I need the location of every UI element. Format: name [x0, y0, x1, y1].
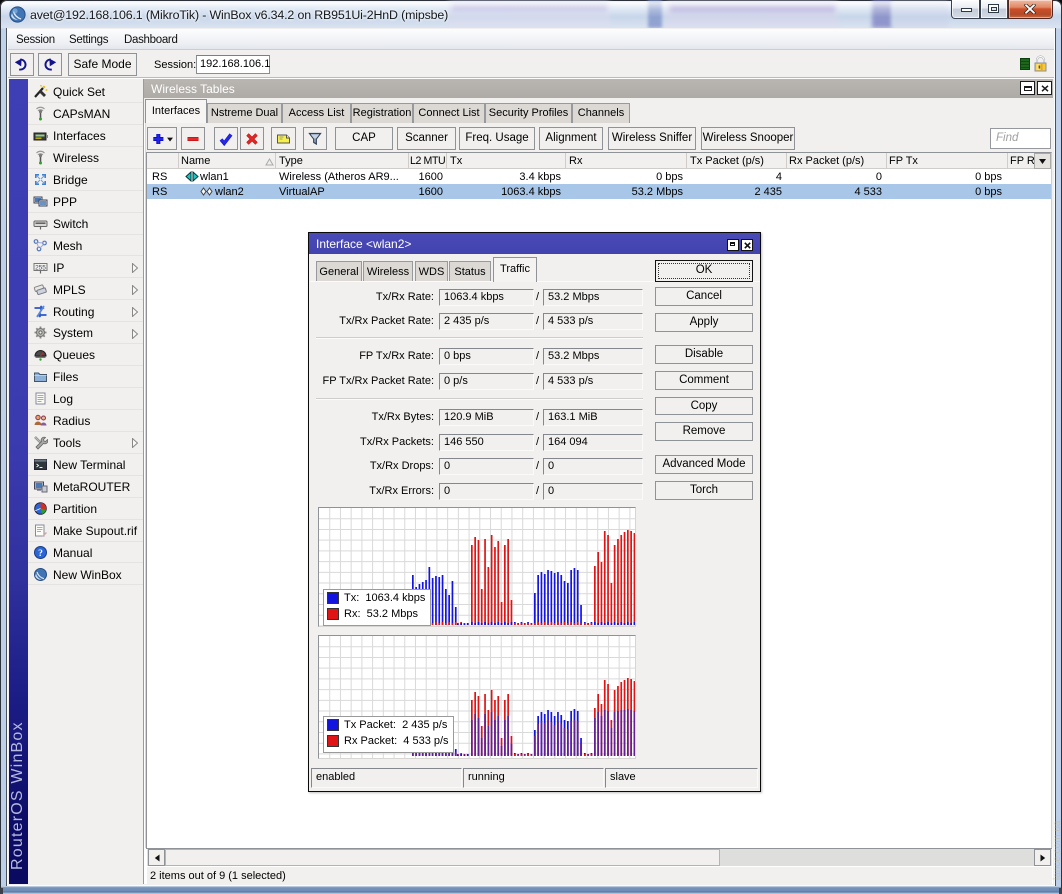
svg-text:?: ?: [38, 549, 43, 559]
